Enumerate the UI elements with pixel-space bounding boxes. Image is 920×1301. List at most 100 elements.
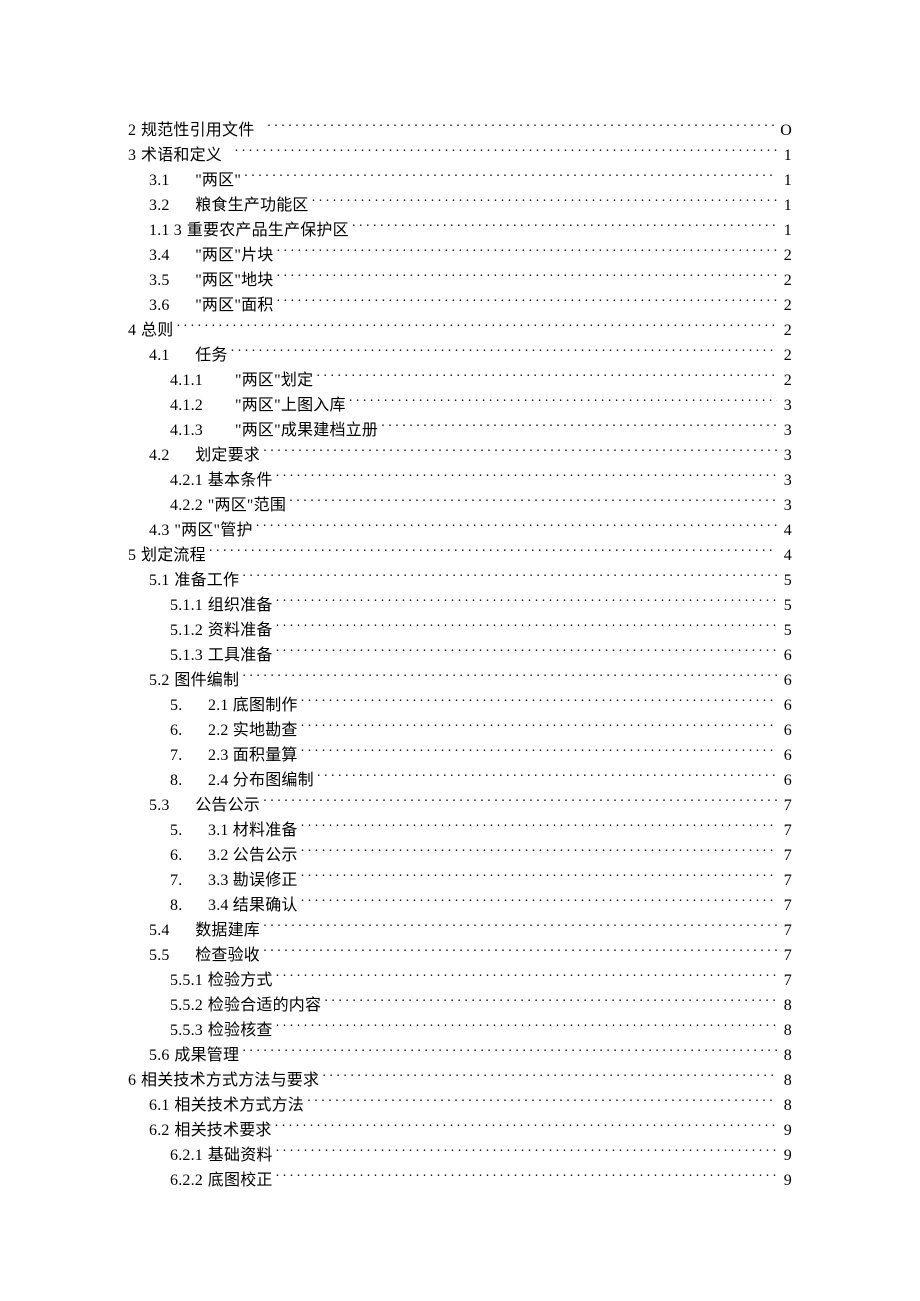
toc-entry: 4.2划定要求 3 (128, 443, 792, 468)
toc-entry-title: 划定要求 (195, 443, 260, 468)
toc-entry: 5.5.2检验合适的内容8 (128, 993, 792, 1018)
toc-dot-leader (209, 544, 777, 560)
toc-dot-leader (242, 1044, 777, 1060)
toc-entry-number: 4 (128, 318, 141, 343)
toc-dot-leader (256, 519, 778, 535)
toc-entry: 2规范性引用文件O (128, 118, 792, 143)
toc-entry-page: 2 (781, 368, 792, 393)
toc-entry-number: 5.2 (149, 668, 174, 693)
toc-entry-page: 7 (781, 943, 792, 968)
toc-entry-page: 2 (781, 293, 792, 318)
toc-entry-page: 7 (781, 968, 792, 993)
toc-dot-leader (381, 419, 777, 435)
toc-entry-number: 4.1.2 (170, 393, 235, 418)
toc-entry-number: 4.2 (149, 443, 195, 468)
toc-entry-number: 3.2 (149, 193, 195, 218)
toc-entry: 6相关技术方式方法与要求 8 (128, 1068, 792, 1093)
toc-dot-leader (276, 469, 778, 485)
toc-entry-title: "两区"管护 (174, 518, 252, 543)
toc-entry-page: 1 (781, 218, 792, 243)
toc-entry-number: 3.4 (149, 243, 195, 268)
toc-entry: 5划定流程4 (128, 543, 792, 568)
toc-entry-number: 4.1 (149, 343, 195, 368)
toc-entry-title: 相关技术方式方法与要求 (141, 1068, 319, 1093)
toc-entry-title: 数据建库 (195, 918, 260, 943)
toc-entry-page: 8 (781, 1068, 792, 1093)
toc-entry-page: 7 (781, 843, 792, 868)
toc-entry-number: 5.5 (149, 943, 195, 968)
toc-entry: 3.4"两区"片块2 (128, 243, 792, 268)
toc-entry-title: 3.3 勘误修正 (208, 868, 298, 893)
toc-entry-number: 5. (170, 693, 208, 718)
document-page: 2规范性引用文件O3术语和定义13.1"两区"13.2粮食生产功能区11.1 3… (0, 0, 920, 1301)
toc-dot-leader (276, 644, 778, 660)
toc-entry: 6.2相关技术要求9 (128, 1118, 792, 1143)
toc-entry-number: 3.6 (149, 293, 195, 318)
toc-entry-number: 5.1.1 (170, 593, 208, 618)
toc-entry-title: "两区"地块 (195, 268, 273, 293)
toc-entry-title: 3.2 公告公示 (208, 843, 298, 868)
toc-entry: 5.1准备工作5 (128, 568, 792, 593)
toc-entry: 7.3.3 勘误修正7 (128, 868, 792, 893)
toc-entry-page: 6 (781, 693, 792, 718)
toc-entry-number: 6 (128, 1068, 141, 1093)
toc-entry-page: 5 (781, 593, 792, 618)
toc-dot-leader (235, 144, 778, 160)
toc-entry: 5.4数据建库7 (128, 918, 792, 943)
toc-entry-number: 6.2.1 (170, 1143, 208, 1168)
toc-entry-page: 7 (781, 893, 792, 918)
toc-entry-number: 5.5.1 (170, 968, 208, 993)
toc-dot-leader (242, 669, 777, 685)
toc-entry-page: 1 (781, 168, 792, 193)
toc-entry-page: 7 (781, 793, 792, 818)
toc-entry: 3.1"两区"1 (128, 168, 792, 193)
toc-entry-page: 2 (781, 343, 792, 368)
toc-entry-number: 3.1 (149, 168, 195, 193)
toc-entry: 5.3.1 材料准备7 (128, 818, 792, 843)
toc-entry: 3术语和定义1 (128, 143, 792, 168)
toc-entry-page: 3 (781, 418, 792, 443)
toc-dot-leader (316, 369, 777, 385)
toc-entry-number: 5.1.3 (170, 643, 208, 668)
toc-entry-title: 成果管理 (174, 1043, 239, 1068)
toc-dot-leader (322, 1069, 777, 1085)
toc-dot-leader (263, 944, 777, 960)
toc-entry-page: 2 (781, 268, 792, 293)
toc-entry-number: 5.6 (149, 1043, 174, 1068)
toc-entry-number: 5.5.2 (170, 993, 208, 1018)
toc-entry-page: 8 (781, 1043, 792, 1068)
toc-dot-leader (276, 969, 778, 985)
toc-entry-page: 4 (781, 518, 792, 543)
toc-entry-page: 6 (781, 643, 792, 668)
toc-entry-page: 7 (781, 818, 792, 843)
toc-entry-page: 6 (781, 768, 792, 793)
toc-entry-title: 任务 (195, 343, 227, 368)
toc-entry: 4.1任务 2 (128, 343, 792, 368)
toc-entry-title: 2.4 分布图编制 (208, 768, 314, 793)
toc-entry-number: 6. (170, 718, 208, 743)
toc-entry-page: 6 (781, 718, 792, 743)
toc-dot-leader (301, 819, 778, 835)
toc-entry-number: 3.5 (149, 268, 195, 293)
toc-entry: 5.5.1检验方式7 (128, 968, 792, 993)
toc-entry-page: 3 (781, 443, 792, 468)
toc-entry-page: 8 (781, 993, 792, 1018)
toc-entry-number: 4.1.1 (170, 368, 235, 393)
toc-entry-number: 5.3 (149, 793, 195, 818)
toc-dot-leader (301, 869, 778, 885)
toc-entry-title: 资料准备 (208, 618, 273, 643)
toc-entry: 5.5检查验收7 (128, 943, 792, 968)
toc-entry-title: "两区"划定 (235, 368, 313, 393)
toc-entry-title: 底图校正 (208, 1168, 273, 1193)
toc-entry-title: 规范性引用文件 (141, 118, 264, 143)
toc-entry: 6.1相关技术方式方法8 (128, 1093, 792, 1118)
toc-entry-page: 3 (781, 468, 792, 493)
toc-entry: 7.2.3 面积量算6 (128, 743, 792, 768)
toc-entry: 8.3.4 结果确认7 (128, 893, 792, 918)
toc-entry-title: 2.2 实地勘查 (208, 718, 298, 743)
toc-entry-number: 4.3 (149, 518, 174, 543)
toc-entry-page: 2 (781, 318, 792, 343)
toc-entry: 5.2.1 底图制作6 (128, 693, 792, 718)
toc-entry-number: 8. (170, 768, 208, 793)
toc-entry-title: 3.4 结果确认 (208, 893, 298, 918)
